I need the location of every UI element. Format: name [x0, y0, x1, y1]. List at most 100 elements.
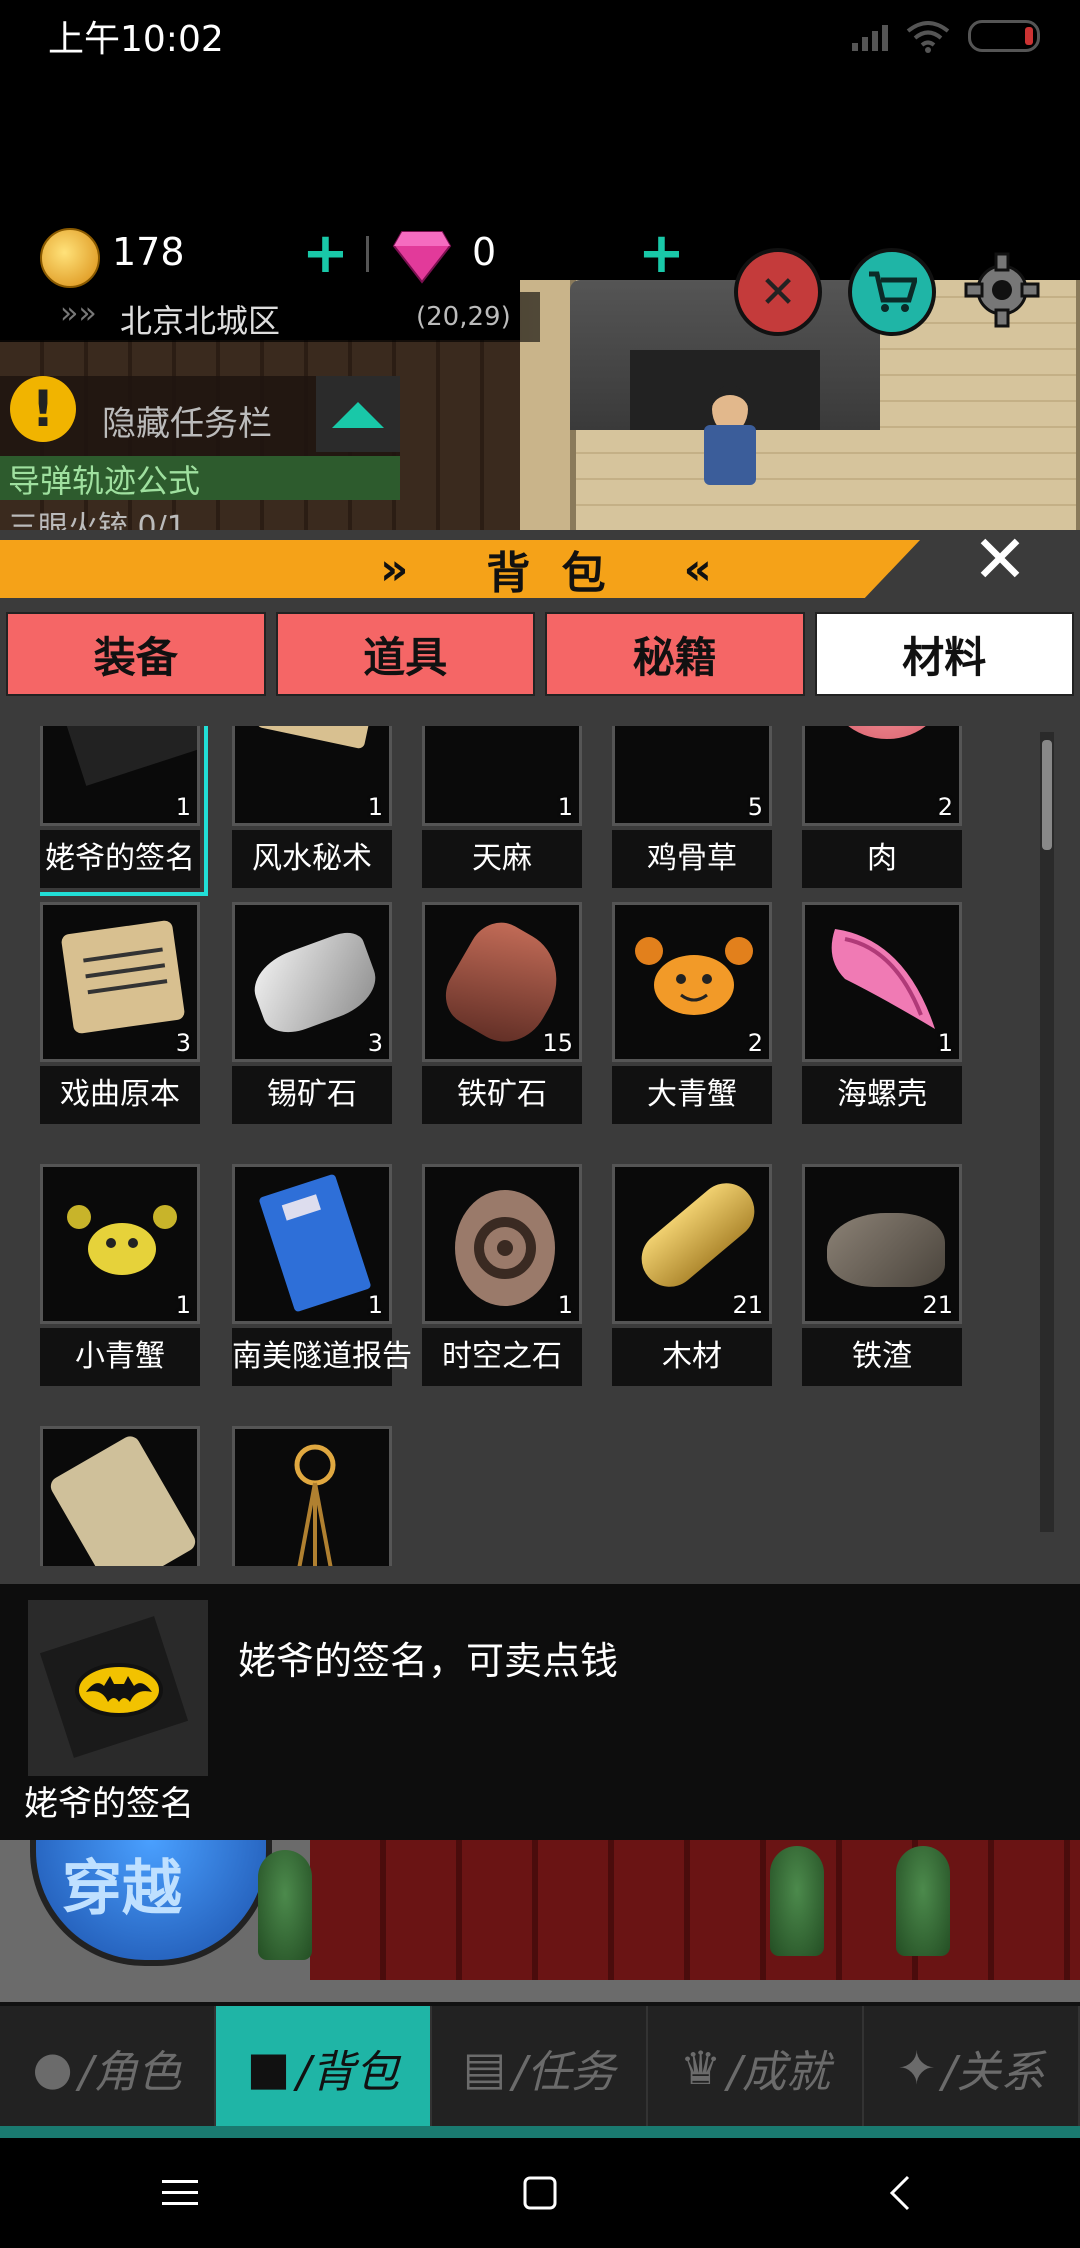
item-tile	[232, 1426, 392, 1566]
item-count: 1	[557, 1291, 573, 1319]
bag-item[interactable]: 5 鸡骨草	[612, 726, 772, 888]
tree-icon	[258, 1850, 312, 1960]
item-tile: 1	[232, 726, 392, 826]
location-arrows: »»	[60, 296, 97, 331]
gem-count: 0	[472, 230, 497, 274]
item-count: 15	[542, 1029, 573, 1057]
back-icon[interactable]	[860, 2153, 940, 2233]
item-name: 锡矿石	[232, 1066, 392, 1124]
add-coins-button[interactable]: +	[302, 226, 349, 282]
item-name: 小青蟹	[40, 1328, 200, 1386]
nav-quests[interactable]: ▤/任务	[432, 2006, 648, 2130]
home-icon[interactable]	[500, 2153, 580, 2233]
close-bag-button[interactable]: ✕	[968, 527, 1032, 593]
add-gems-button[interactable]: +	[638, 226, 685, 282]
item-tile: 21	[612, 1164, 772, 1324]
tab-props[interactable]: 道具	[275, 612, 535, 696]
nav-bag[interactable]: ■/背包	[216, 2006, 432, 2130]
item-grid-scrollbar[interactable]	[1040, 732, 1054, 1532]
bag-item[interactable]: 1 小青蟹	[40, 1164, 200, 1386]
bag-icon: ■	[246, 2041, 291, 2095]
status-time: 上午10:02	[48, 19, 224, 60]
bag-item[interactable]: 3 锡矿石	[232, 902, 392, 1124]
bag-item[interactable]: 21 铁渣	[802, 1164, 962, 1386]
system-nav-bar	[0, 2138, 1080, 2248]
menu-icon[interactable]	[140, 2153, 220, 2233]
bag-tabs: 装备 道具 秘籍 材料	[0, 612, 1080, 700]
person-icon: ●	[32, 2041, 73, 2095]
item-count: 2	[937, 793, 953, 821]
item-count: 1	[367, 793, 383, 821]
coin-icon	[40, 228, 100, 288]
location-coordinates: (20,29)	[416, 302, 511, 332]
battery-icon	[968, 20, 1040, 52]
item-name: 木材	[612, 1328, 772, 1386]
bag-item[interactable]: 1 时空之石	[422, 1164, 582, 1386]
item-name: 时空之石	[422, 1328, 582, 1386]
collapse-quest-button[interactable]	[316, 376, 400, 452]
hide-quest-label[interactable]: 隐藏任务栏	[102, 396, 272, 445]
nav-relations[interactable]: ✦/关系	[864, 2006, 1080, 2130]
wifi-icon	[906, 21, 950, 53]
bag-item[interactable]	[40, 1426, 200, 1566]
book-icon: ▤	[462, 2041, 507, 2095]
item-count: 1	[557, 793, 573, 821]
player-character[interactable]	[700, 385, 760, 495]
battle-icon[interactable]: ✕	[734, 248, 822, 336]
gem-icon	[392, 231, 452, 284]
item-count: 5	[747, 793, 763, 821]
detail-item-name: 姥爷的签名	[24, 1784, 194, 1824]
hud-divider	[366, 236, 369, 272]
item-name: 鸡骨草	[612, 830, 772, 888]
item-count: 1	[367, 1291, 383, 1319]
item-name: 大青蟹	[612, 1066, 772, 1124]
item-tile	[40, 1426, 200, 1566]
tree-icon	[896, 1846, 950, 1956]
bag-item[interactable]	[232, 1426, 392, 1566]
item-count: 21	[922, 1291, 953, 1319]
bag-title-arrow-right: «	[683, 543, 720, 595]
nav-character[interactable]: ●/角色	[0, 2006, 216, 2130]
item-tile: 1	[40, 1164, 200, 1324]
item-count: 1	[175, 793, 191, 821]
item-tile: 21	[802, 1164, 962, 1324]
item-name: 铁矿石	[422, 1066, 582, 1124]
shop-cart-icon[interactable]	[848, 248, 936, 336]
quest-item-active[interactable]: 导弹轨迹公式	[0, 456, 400, 500]
item-count: 1	[937, 1029, 953, 1057]
bag-item[interactable]: 15 铁矿石	[422, 902, 582, 1124]
bag-item[interactable]: 3 戏曲原本	[40, 902, 200, 1124]
bag-item[interactable]: 1 风水秘术	[232, 726, 392, 888]
tab-manuals[interactable]: 秘籍	[545, 612, 805, 696]
item-tile: 1	[422, 726, 582, 826]
item-count: 3	[175, 1029, 191, 1057]
item-tile: 2	[612, 902, 772, 1062]
item-name: 姥爷的签名	[40, 830, 200, 888]
detail-item-tile	[28, 1600, 208, 1776]
bag-title-arrow-left: »	[380, 543, 417, 595]
location-name: 北京北城区	[120, 302, 281, 340]
bag-item[interactable]: 1 南美隧道报告	[232, 1164, 412, 1386]
bag-item[interactable]: 2肉	[802, 726, 962, 888]
item-name: 铁渣	[802, 1328, 962, 1386]
item-name: 戏曲原本	[40, 1066, 200, 1124]
settings-gear-icon[interactable]	[962, 250, 1042, 330]
bag-item[interactable]: 21 木材	[612, 1164, 772, 1386]
bag-item[interactable]: 1 天麻	[422, 726, 582, 888]
tab-materials[interactable]: 材料	[814, 612, 1074, 696]
item-tile: 3	[232, 902, 392, 1062]
quest-warning-icon: !	[10, 376, 76, 442]
item-count: 3	[367, 1029, 383, 1057]
bag-title-group: » 背 包 «	[380, 540, 720, 600]
item-name: 海螺壳	[802, 1066, 962, 1124]
tab-equipment[interactable]: 装备	[6, 612, 266, 696]
bag-item[interactable]: 1 海螺壳	[802, 902, 962, 1124]
item-tile: 5	[612, 726, 772, 826]
item-name: 肉	[802, 830, 962, 888]
bag-item[interactable]: 1 姥爷的签名	[40, 726, 208, 896]
nav-achievements[interactable]: ♛/成就	[648, 2006, 864, 2130]
bag-item[interactable]: 2 大青蟹	[612, 902, 772, 1124]
item-count: 2	[747, 1029, 763, 1057]
bottom-nav: ●/角色 ■/背包 ▤/任务 ♛/成就 ✦/关系	[0, 2002, 1080, 2130]
crown-icon: ♛	[679, 2041, 722, 2095]
